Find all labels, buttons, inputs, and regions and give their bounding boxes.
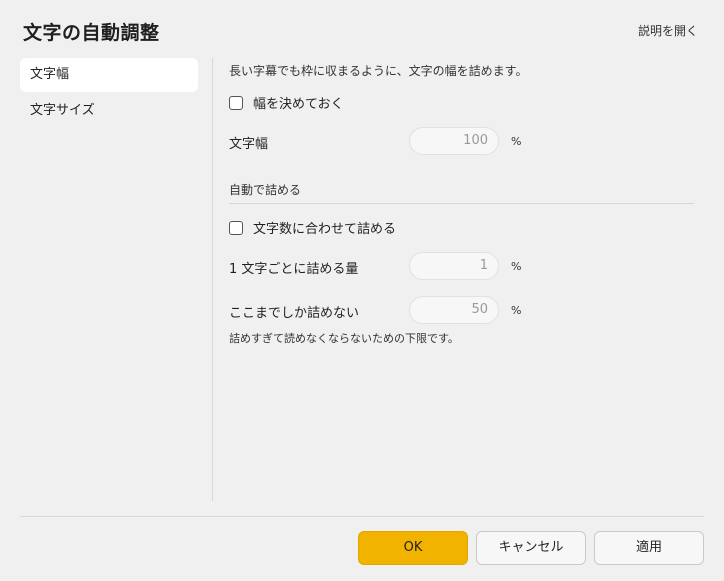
auto-shrink-checkbox[interactable] — [229, 220, 243, 235]
char-width-input[interactable]: 100 — [409, 127, 499, 155]
limit-note: 詰めすぎて読めなくならないための下限です。 — [229, 332, 459, 345]
per-char-input[interactable]: 1 — [409, 252, 499, 280]
section-divider — [229, 203, 694, 204]
ok-button[interactable]: OK — [358, 531, 468, 565]
panel-description: 長い字幕でも枠に収まるように、文字の幅を詰めます。 — [229, 64, 528, 78]
limit-label: ここまでしか詰めない — [229, 306, 360, 321]
footer-divider — [20, 516, 704, 517]
fix-width-label: 幅を決めておく — [253, 97, 344, 112]
settings-panel: 長い字幕でも枠に収まるように、文字の幅を詰めます。 幅を決めておく 文字幅 10… — [229, 0, 699, 500]
sidebar: 文字幅 文字サイズ — [20, 58, 198, 130]
limit-input[interactable]: 50 — [409, 296, 499, 324]
sidebar-item-char-width[interactable]: 文字幅 — [20, 58, 198, 92]
auto-section-heading: 自動で詰める — [229, 183, 302, 197]
per-char-label: 1 文字ごとに詰める量 — [229, 262, 359, 277]
auto-shrink-checkbox-row[interactable]: 文字数に合わせて詰める — [229, 218, 396, 237]
fix-width-checkbox-row[interactable]: 幅を決めておく — [229, 93, 344, 112]
sidebar-item-char-size[interactable]: 文字サイズ — [20, 94, 198, 128]
limit-unit: % — [511, 304, 522, 317]
char-width-label: 文字幅 — [229, 137, 269, 152]
apply-button[interactable]: 適用 — [594, 531, 704, 565]
cancel-button[interactable]: キャンセル — [476, 531, 586, 565]
auto-shrink-label: 文字数に合わせて詰める — [253, 222, 397, 237]
per-char-unit: % — [511, 260, 522, 273]
char-width-unit: % — [511, 135, 522, 148]
dialog-title: 文字の自動調整 — [23, 22, 160, 44]
fix-width-checkbox[interactable] — [229, 95, 243, 110]
vertical-divider — [212, 58, 213, 501]
